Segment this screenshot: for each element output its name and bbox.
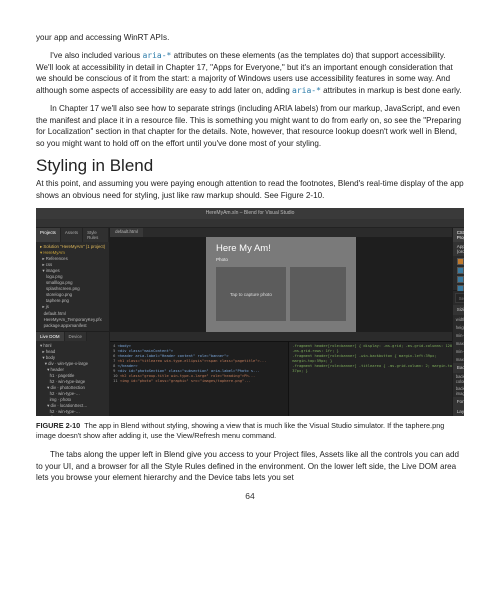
- center-area: default.html Here My Am! Photo Tap to ca…: [110, 228, 452, 416]
- design-canvas: default.html Here My Am! Photo Tap to ca…: [110, 228, 452, 341]
- tab-live-dom[interactable]: Live DOM: [36, 332, 65, 341]
- photo-placeholder[interactable]: Tap to capture photo: [216, 267, 286, 321]
- section-heading: Styling in Blend: [36, 156, 464, 176]
- tab-css-properties[interactable]: CSS Properties: [453, 228, 464, 242]
- code-inline-aria2: aria-*: [292, 86, 321, 95]
- tab-assets[interactable]: Assets: [61, 228, 83, 242]
- applied-rules-list[interactable]: (inline style) body body html, body: [453, 256, 464, 290]
- figure-label: FIGURE 2-10: [36, 421, 80, 430]
- applied-rules-header: Applied Style Rules (ordered by rule…)▾: [453, 242, 464, 256]
- text-run: The tabs along the upper left in Blend g…: [36, 450, 459, 482]
- figure-caption-text: The app in Blend without styling, showin…: [36, 421, 444, 440]
- html-source-pane[interactable]: 4 <body> 5 <div class="mainContent"> 6 <…: [110, 342, 289, 416]
- text-run: In Chapter 17 we'll also see how to sepa…: [36, 104, 461, 147]
- code-panes: 4 <body> 5 <div class="mainContent"> 6 <…: [110, 341, 452, 416]
- artboard-subtitle: Photo: [216, 257, 228, 262]
- blend-window: HereMyAm.sln – Blend for Visual Studio F…: [36, 208, 464, 416]
- css-source-pane[interactable]: .fragment header[role=banner] { display:…: [289, 342, 451, 416]
- canvas-footer: [110, 332, 452, 341]
- map-placeholder[interactable]: [290, 267, 346, 321]
- property-groups[interactable]: Sizing▾ width height min-width max-width…: [453, 305, 464, 416]
- left-tabs: Projects Assets Style Rules: [36, 228, 109, 242]
- left-panels: Projects Assets Style Rules ▸ Solution "…: [36, 228, 110, 416]
- body-paragraph-ch17: In Chapter 17 we'll also see how to sepa…: [36, 103, 464, 149]
- tap-label: Tap to capture photo: [230, 292, 272, 297]
- text-run: attributes in markup is best done early.: [321, 86, 462, 95]
- property-search[interactable]: Search or add properties: [455, 293, 464, 303]
- window-titlebar: HereMyAm.sln – Blend for Visual Studio: [36, 208, 464, 219]
- figure-caption: FIGURE 2-10 The app in Blend without sty…: [36, 421, 464, 441]
- livedom-tabs: Live DOM Device: [36, 332, 109, 341]
- tab-projects[interactable]: Projects: [36, 228, 61, 242]
- body-paragraph-tabs: The tabs along the upper left in Blend g…: [36, 449, 464, 483]
- menu-bar: FILE EDIT VIEW PROJECT TOOLS WINDOW HELP: [36, 219, 464, 228]
- tab-device[interactable]: Device: [65, 332, 87, 341]
- text-run: I've also included various: [50, 51, 142, 60]
- artboard[interactable]: Here My Am! Photo Tap to capture photo: [110, 237, 452, 332]
- search-placeholder: Search or add properties: [459, 296, 464, 301]
- right-panels: CSS Properties HTML Attributes Applied S…: [452, 228, 464, 416]
- artboard-title: Here My Am!: [216, 243, 271, 254]
- body-paragraph-aria: I've also included various aria-* attrib…: [36, 50, 464, 96]
- body-paragraph-intro: At this point, and assuming you were pay…: [36, 178, 464, 201]
- tab-style-rules[interactable]: Style Rules: [83, 228, 109, 242]
- figure: HereMyAm.sln – Blend for Visual Studio F…: [36, 208, 464, 441]
- body-paragraph-continuation: your app and accessing WinRT APIs.: [36, 32, 464, 43]
- live-dom-tree[interactable]: ▾ html ▸ head ▾ body ▾ div · win-type-x-…: [36, 341, 109, 417]
- tab-default-html[interactable]: default.html: [110, 228, 143, 237]
- page-number: 64: [36, 491, 464, 501]
- project-tree[interactable]: ▸ Solution "HereMyAm" (1 project) ▾ Here…: [36, 242, 109, 330]
- code-inline-aria: aria-*: [142, 51, 171, 60]
